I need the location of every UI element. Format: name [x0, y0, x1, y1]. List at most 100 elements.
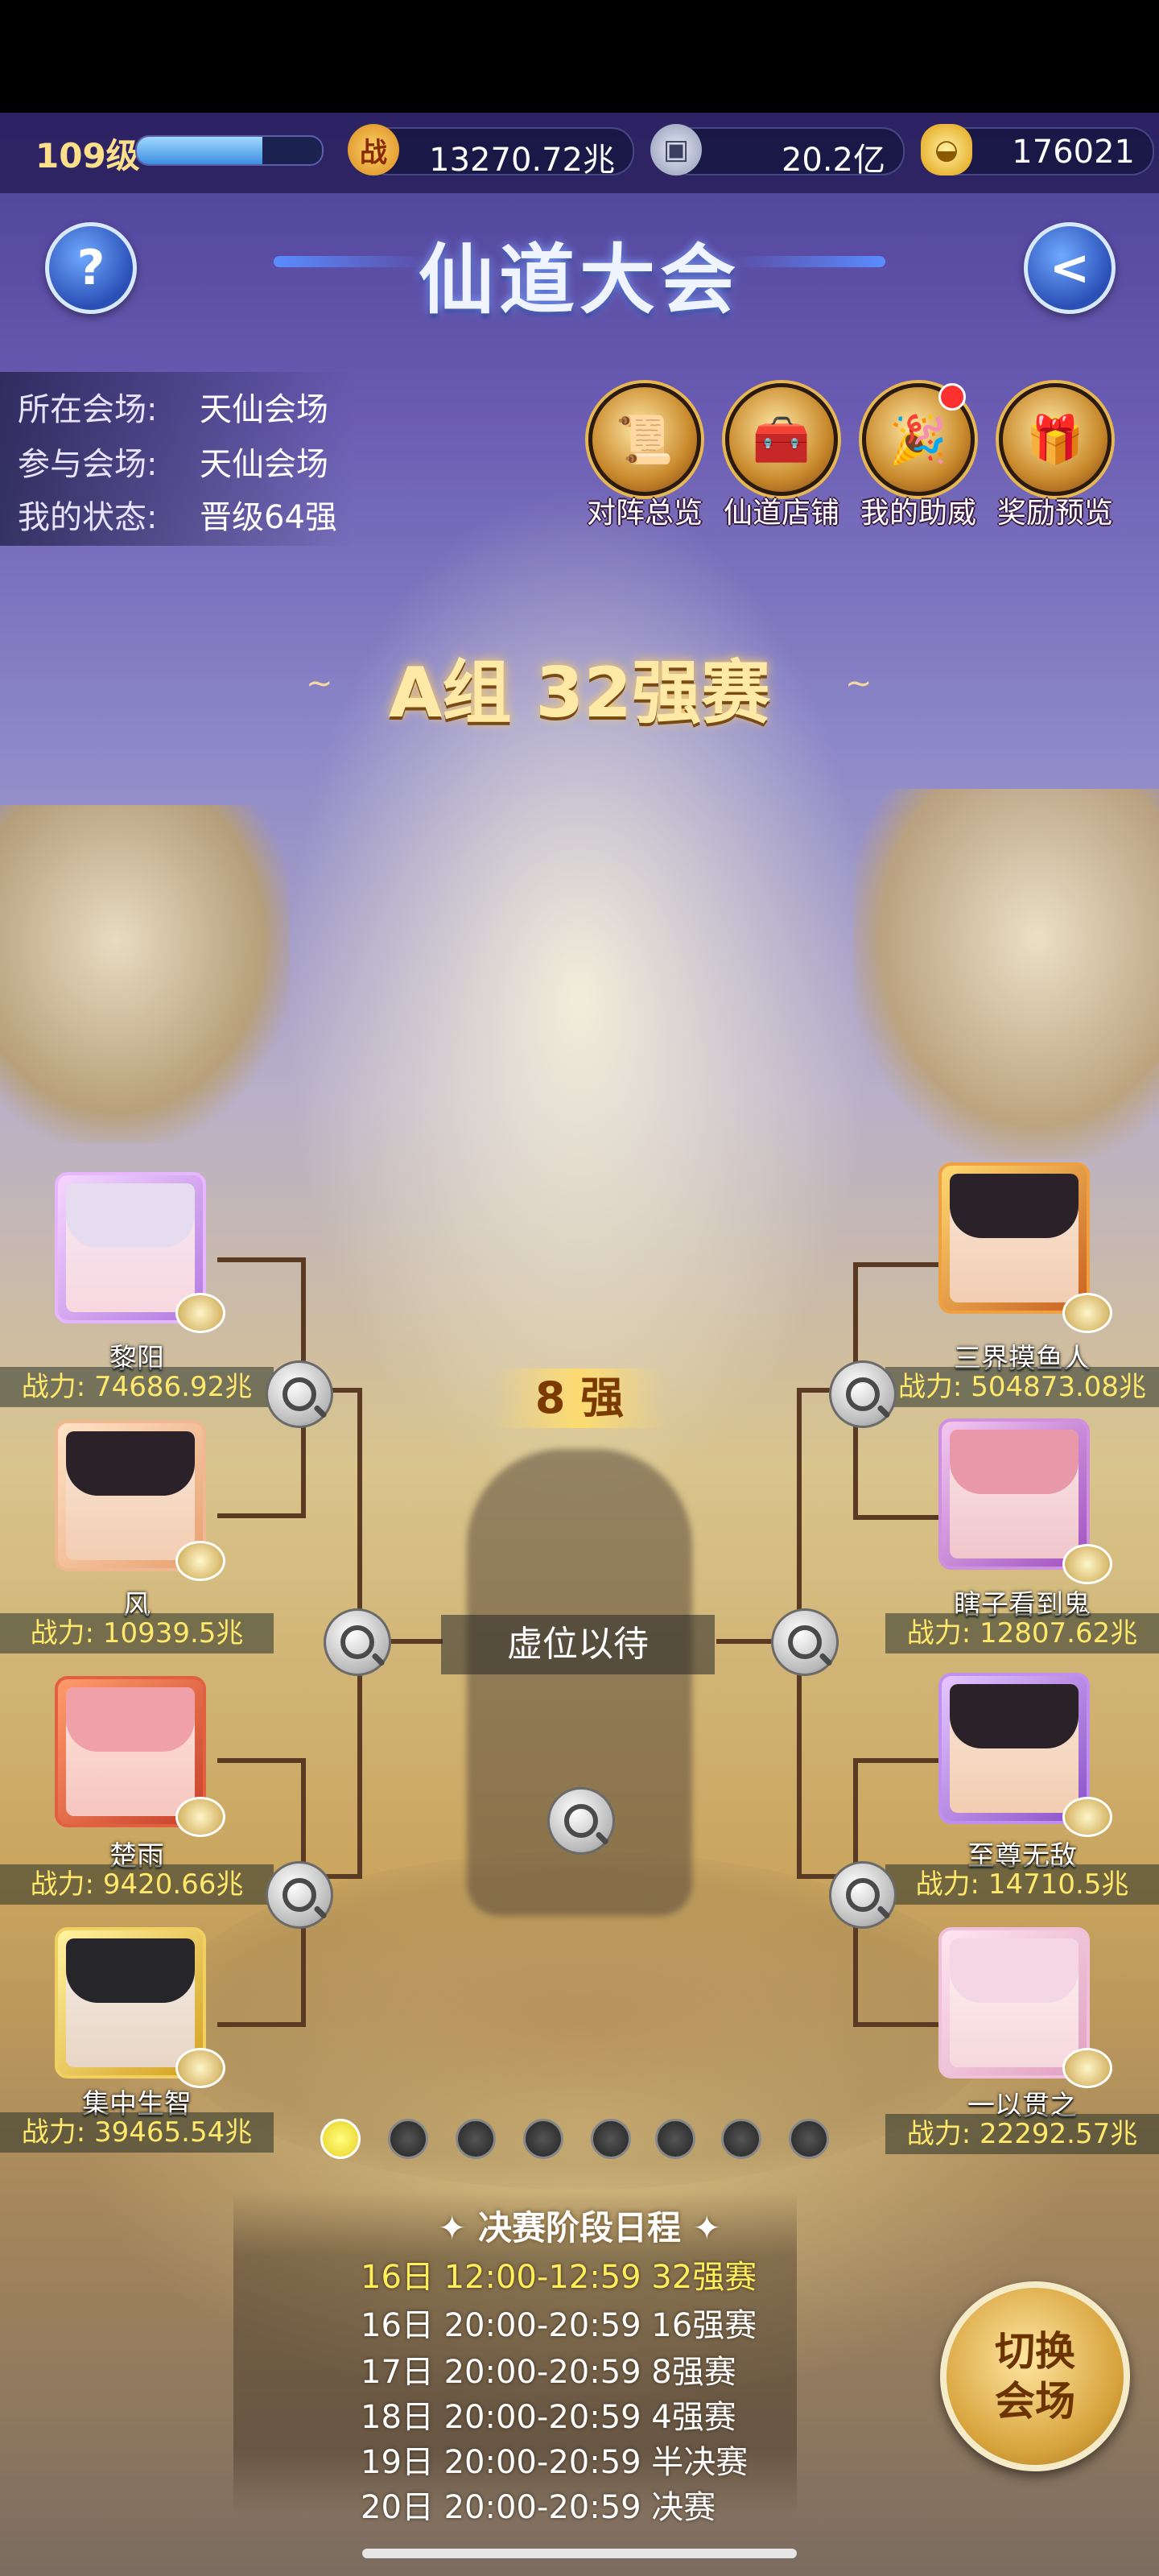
shop-label: 仙道店铺: [723, 497, 839, 530]
gold-ingot-icon: ◒: [921, 124, 972, 175]
schedule-row: 19日 20:00-20:59 半决赛: [361, 2444, 749, 2481]
view-match-button[interactable]: [266, 1861, 333, 1929]
player-card-zhizunwudi[interactable]: [938, 1673, 1090, 1824]
shop-button[interactable]: 🧰 仙道店铺: [713, 383, 850, 531]
xp-bar: [135, 135, 324, 166]
avatar-hair: [950, 1430, 1079, 1494]
round-label: 8 强: [493, 1368, 666, 1428]
avatar-hair: [950, 1938, 1079, 2003]
rank-badge-icon: [175, 1541, 225, 1581]
player-level: 109级: [35, 136, 140, 175]
player-power: 战力: 74686.92兆: [0, 1367, 274, 1407]
reward-preview-label: 奖励预览: [996, 497, 1113, 530]
view-match-button[interactable]: [266, 1360, 333, 1428]
bracket-line: [217, 1758, 306, 1763]
magnifier-icon: [564, 1804, 598, 1838]
view-match-button[interactable]: [324, 1608, 391, 1676]
status-label: 我的状态:: [18, 499, 158, 536]
player-card-xiazikandaogui[interactable]: [938, 1418, 1090, 1570]
rank-badge-icon: [175, 1797, 225, 1837]
silver-value: 20.2亿: [781, 142, 885, 179]
player-power: 战力: 10939.5兆: [0, 1613, 274, 1653]
switch-venue-line1: 切换: [995, 2328, 1075, 2375]
matchup-overview-button[interactable]: 📜 对阵总览: [576, 383, 713, 531]
schedule-title: ✦ 决赛阶段日程 ✦: [438, 2208, 721, 2248]
treasure-chest-icon: 🧰: [725, 383, 838, 496]
page-dot[interactable]: [456, 2119, 496, 2159]
venue-label: 所在会场:: [18, 391, 158, 428]
magnifier-icon: [846, 1377, 880, 1411]
schedule-title-deco-left: ✦: [438, 2208, 467, 2248]
gold-display[interactable]: ◒ 176021: [921, 124, 1154, 175]
silver-display[interactable]: ▣ 20.2亿: [650, 124, 905, 179]
joined-venue-label: 参与会场:: [18, 446, 158, 483]
bracket-line: [853, 1758, 942, 1763]
avatar-hair: [66, 1431, 195, 1496]
home-indicator[interactable]: [362, 2549, 797, 2558]
my-cheer-label: 我的助威: [860, 497, 976, 530]
view-match-button[interactable]: [829, 1861, 897, 1929]
page-dot[interactable]: [320, 2119, 361, 2159]
schedule-row: 18日 20:00-20:59 4强赛: [361, 2399, 736, 2436]
schedule-row: 20日 20:00-20:59 决赛: [361, 2489, 716, 2526]
page-title: 仙道大会: [418, 236, 740, 324]
stage-title: A组 32强赛: [388, 653, 771, 733]
combat-power-icon: 战: [348, 124, 399, 175]
magnifier-icon: [788, 1625, 822, 1659]
reward-chest-icon: 🎁: [999, 383, 1112, 496]
page-dot[interactable]: [789, 2119, 829, 2159]
bracket-line: [853, 2022, 942, 2027]
schedule-row: 16日 20:00-20:59 16强赛: [361, 2307, 757, 2344]
player-power: 战力: 9420.66兆: [0, 1864, 274, 1905]
avatar-hair: [66, 1687, 195, 1752]
left-statue: [0, 805, 290, 1143]
venue-value: 天仙会场: [200, 391, 328, 428]
rank-badge-icon: [1062, 1544, 1112, 1584]
waiting-slot-label: 虚位以待: [441, 1615, 715, 1674]
my-cheer-button[interactable]: 🎉 我的助威: [850, 383, 987, 531]
magnifier-icon: [283, 1377, 316, 1411]
avatar-hair: [950, 1174, 1079, 1238]
rank-badge-icon: [175, 1293, 225, 1333]
avatar-hair: [66, 1938, 195, 2003]
avatar-hair: [950, 1684, 1079, 1748]
right-statue: [853, 789, 1159, 1159]
xp-bar-fill: [137, 137, 263, 164]
player-power: 战力: 504873.08兆: [885, 1367, 1159, 1407]
page-dot[interactable]: [523, 2119, 563, 2159]
notification-dot: [938, 383, 966, 411]
avatar-hair: [66, 1183, 195, 1248]
view-match-button[interactable]: [771, 1608, 839, 1676]
scroll-icon: 📜: [588, 383, 701, 496]
stage-deco-right: ~: [845, 665, 872, 702]
schedule-title-deco-right: ✦: [692, 2208, 721, 2248]
magnifier-icon: [846, 1878, 880, 1912]
schedule-row: 16日 12:00-12:59 32强赛: [361, 2259, 757, 2296]
player-power: 战力: 39465.54兆: [0, 2112, 274, 2153]
status-value: 晋级64强: [200, 499, 337, 536]
bracket-line: [853, 1515, 942, 1520]
page-dot[interactable]: [591, 2119, 631, 2159]
joined-venue-value: 天仙会场: [200, 446, 328, 483]
page-dot[interactable]: [721, 2119, 761, 2159]
player-power: 战力: 22292.57兆: [885, 2114, 1159, 2154]
switch-venue-line2: 会场: [995, 2378, 1075, 2425]
bracket-line: [217, 2022, 306, 2027]
reward-preview-button[interactable]: 🎁 奖励预览: [987, 383, 1124, 531]
venue-info-panel: 所在会场: 天仙会场 参与会场: 天仙会场 我的状态: 晋级64强: [0, 372, 354, 546]
view-match-button[interactable]: [547, 1787, 615, 1855]
magnifier-icon: [340, 1625, 374, 1659]
view-match-button[interactable]: [829, 1360, 897, 1428]
player-card-sanjiemoyuren[interactable]: [938, 1162, 1090, 1314]
switch-venue-button[interactable]: 切换 会场: [940, 2281, 1130, 2471]
bracket-line: [853, 1262, 942, 1267]
player-power: 战力: 14710.5兆: [885, 1864, 1159, 1905]
combat-power-display[interactable]: 战 13270.72兆: [348, 124, 634, 179]
matchup-overview-label: 对阵总览: [586, 497, 703, 530]
player-power: 战力: 12807.62兆: [885, 1613, 1159, 1653]
page-dot[interactable]: [388, 2119, 428, 2159]
page-dot[interactable]: [655, 2119, 695, 2159]
bracket-line: [217, 1513, 306, 1518]
bracket-line: [217, 1257, 306, 1262]
combat-power-value: 13270.72兆: [429, 142, 615, 179]
